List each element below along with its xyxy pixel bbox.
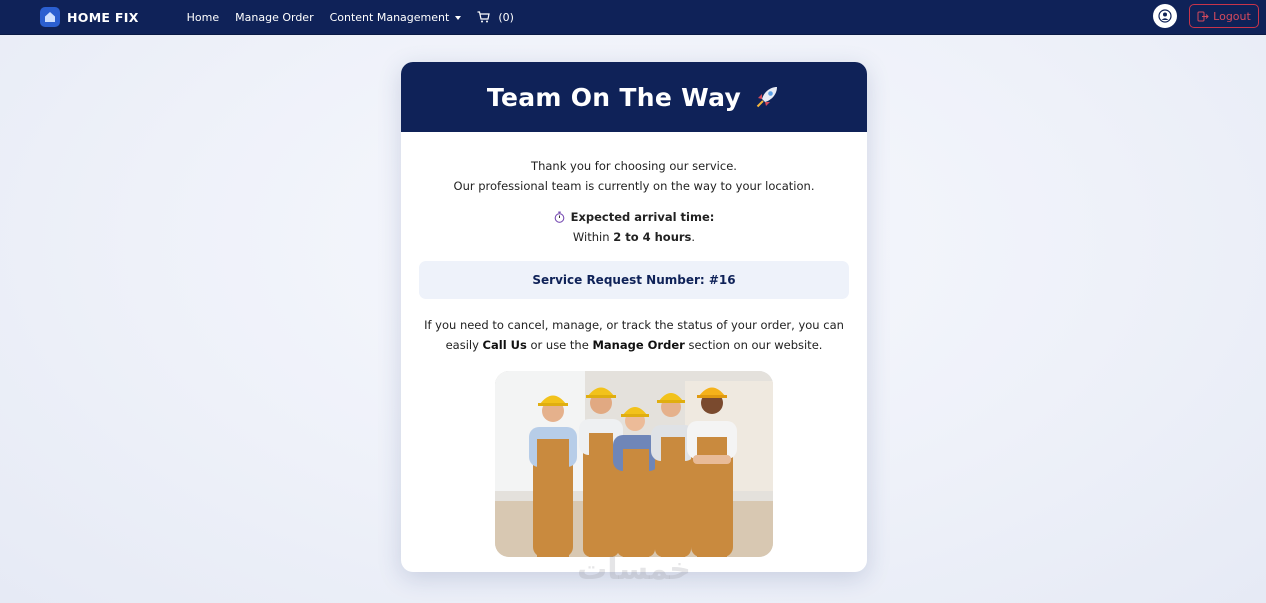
- help-text: If you need to cancel, manage, or track …: [419, 315, 849, 355]
- team-photo: [495, 371, 773, 557]
- help-text-part2: or use the: [530, 338, 589, 352]
- nav-right: Logout: [1153, 4, 1259, 28]
- confirmation-card: Team On The Way Thank you for choosing o…: [401, 62, 867, 572]
- eta-value: 2 to 4 hours: [613, 230, 692, 244]
- card-header: Team On The Way: [401, 62, 867, 132]
- watermark: خمسات: [577, 552, 691, 587]
- stopwatch-icon: [554, 211, 564, 223]
- eta-heading: Expected arrival time:: [401, 207, 867, 227]
- cart-button[interactable]: (0): [477, 11, 514, 24]
- logout-button[interactable]: Logout: [1189, 4, 1259, 28]
- eta-prefix: Within: [572, 230, 610, 244]
- call-us-link[interactable]: Call Us: [483, 338, 527, 352]
- nav-links: Home Manage Order Content Management (0): [187, 11, 514, 24]
- manage-order-link[interactable]: Manage Order: [592, 338, 684, 352]
- logout-label: Logout: [1213, 9, 1251, 23]
- user-menu-button[interactable]: [1153, 4, 1177, 28]
- construction-team-illustration: [495, 371, 773, 557]
- card-title: Team On The Way: [486, 82, 742, 112]
- chevron-down-icon: [455, 15, 462, 20]
- intro-text: Thank you for choosing our service. Our …: [401, 156, 867, 196]
- navbar: HOME FIX Home Manage Order Content Manag…: [0, 0, 1266, 35]
- house-icon: [40, 7, 60, 27]
- rocket-icon: [756, 87, 778, 108]
- logout-icon: [1197, 11, 1209, 21]
- nav-content-management-label: Content Management: [329, 10, 450, 24]
- intro-line-1: Thank you for choosing our service.: [531, 159, 737, 173]
- service-request-number: Service Request Number: #16: [419, 261, 849, 299]
- cart-count: (0): [498, 10, 514, 24]
- cart-icon: [477, 11, 491, 23]
- brand[interactable]: HOME FIX: [40, 7, 139, 27]
- nav-content-management-dropdown[interactable]: Content Management: [330, 11, 462, 24]
- brand-name: HOME FIX: [67, 9, 139, 25]
- nav-home[interactable]: Home: [187, 11, 219, 24]
- nav-manage-order[interactable]: Manage Order: [235, 11, 313, 24]
- user-icon: [1158, 9, 1172, 23]
- eta-value-line: Within 2 to 4 hours.: [401, 227, 867, 247]
- eta-label: Expected arrival time:: [570, 210, 715, 224]
- card-body: Thank you for choosing our service. Our …: [401, 156, 867, 557]
- eta-suffix: .: [691, 230, 696, 244]
- intro-line-2: Our professional team is currently on th…: [453, 179, 815, 193]
- eta-section: Expected arrival time: Within 2 to 4 hou…: [401, 207, 867, 247]
- help-text-part3: section on our website.: [688, 338, 823, 352]
